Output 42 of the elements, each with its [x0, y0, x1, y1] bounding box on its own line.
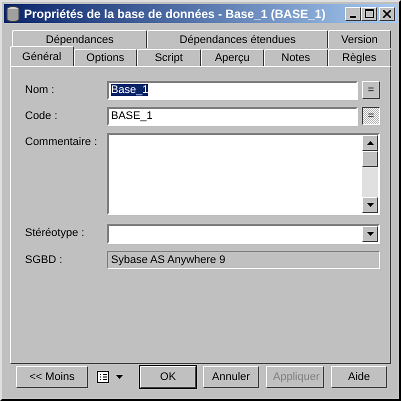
close-button[interactable] [379, 6, 395, 20]
tab[interactable]: Options [74, 49, 137, 66]
scrollbar[interactable] [362, 135, 378, 213]
tab[interactable]: Version [328, 30, 392, 48]
dropdown-arrow-icon[interactable] [366, 232, 374, 236]
close-icon [383, 10, 391, 18]
dialog-button[interactable]: OK [140, 366, 196, 388]
field-label: Nom : [25, 83, 56, 98]
field-label: Commentaire : [25, 135, 98, 150]
tab[interactable]: Dépendances étendues [147, 30, 328, 48]
minimize-icon [350, 16, 356, 18]
dialog-button[interactable]: << Moins [16, 366, 88, 388]
field-value: BASE_1 [111, 110, 153, 122]
comment-field[interactable] [107, 133, 380, 215]
field-value: Base_1 [111, 84, 148, 96]
field-value: Sybase AS Anywhere 9 [111, 254, 226, 266]
input-field[interactable]: BASE_1 [107, 107, 358, 126]
list-icon [96, 370, 110, 384]
tab[interactable]: Notes [264, 49, 328, 66]
tab[interactable]: Règles [328, 49, 391, 66]
minimize-button[interactable] [345, 6, 361, 20]
scroll-thumb[interactable] [362, 151, 378, 167]
scroll-down-icon[interactable] [366, 203, 374, 207]
equals-button[interactable]: = [362, 107, 380, 125]
dialog-button[interactable]: Annuler [203, 366, 259, 388]
stereotype-dropdown[interactable] [107, 224, 380, 244]
dialog-button[interactable]: Aide [331, 366, 387, 388]
field-label: Stéréotype : [25, 226, 86, 241]
maximize-icon [364, 9, 374, 18]
field-label: Code : [25, 109, 58, 124]
database-icon [6, 6, 20, 22]
tab[interactable]: Script [137, 49, 200, 66]
caret-icon [116, 375, 123, 379]
field-label: SGBD : [25, 253, 64, 268]
input-field[interactable]: Base_1 [107, 81, 358, 100]
tab[interactable]: Dépendances [12, 30, 148, 48]
maximize-button[interactable] [361, 6, 377, 20]
tab[interactable]: Général [10, 46, 74, 66]
equals-button[interactable]: = [362, 81, 380, 99]
tab[interactable]: Aperçu [200, 49, 264, 66]
window-title: Propriétés de la base de données - Base_1 (BASE_1) [24, 6, 326, 20]
scroll-up-icon[interactable] [366, 141, 374, 145]
